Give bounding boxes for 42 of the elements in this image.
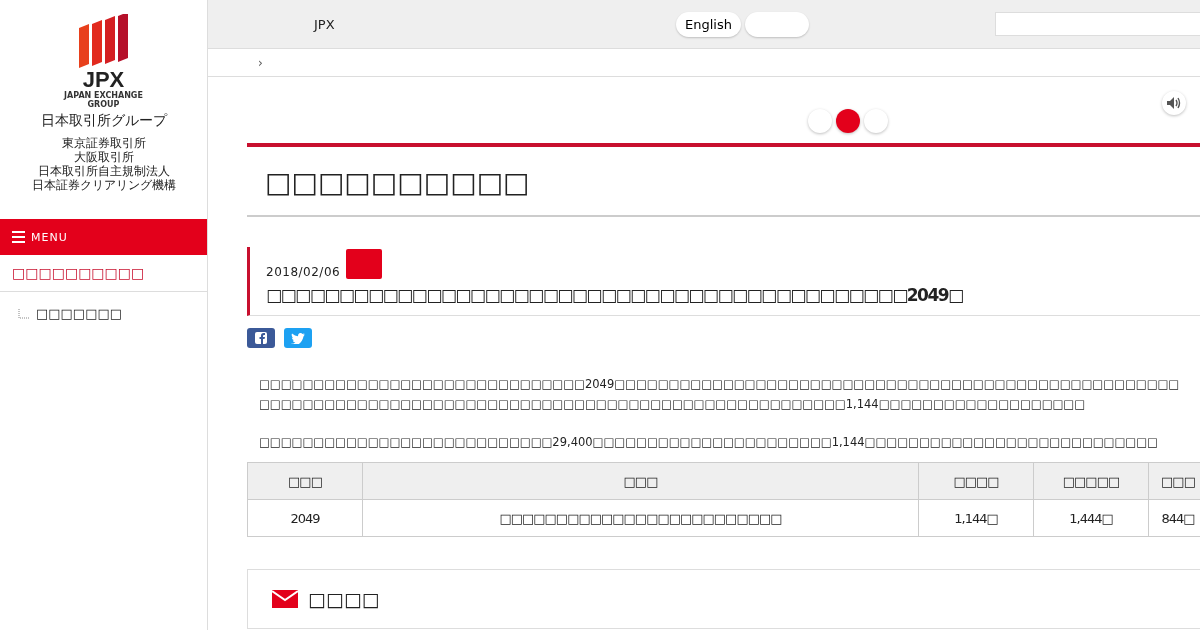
group-name: 日本取引所グループ xyxy=(40,112,167,130)
table-cell: 2049 xyxy=(247,499,363,537)
bird-icon xyxy=(291,332,305,344)
company-name: 日本取引所自主規制法人 xyxy=(37,164,170,178)
article-headline: □□□□□□□□□□□□□□□□□□□□□□□□□□□□□□□□□□□□□□□□□□□□2049□ xyxy=(266,285,964,305)
page-title: □□□□□□□□□□ xyxy=(265,165,531,201)
language-button[interactable]: English xyxy=(676,11,741,37)
menu-icon xyxy=(12,231,25,243)
article-date: 2018/02/06 xyxy=(266,265,341,279)
body-paragraph: □□□□□□□□□□□□□□□□□□□□□□□□□□□□□□2049□□□□□□□□□□□□□□□□□□□□□□□□□□□□□□□□□□□□□□□□□□□□□□□□□□□□ □□□□□□□□□□□□□□□□□□□□□□□□□□□□□□□□□□□□□□□□□□□□□□□□□□□□□□1,144□□□□□□□□□□□□□□□□□□□ xyxy=(259,376,1181,413)
facebook-icon xyxy=(255,332,267,344)
contact-title: □□□□ xyxy=(308,588,380,610)
logo-bars-icon xyxy=(77,14,130,70)
section-link[interactable]: □□□□□□□□□□ xyxy=(0,255,207,292)
search-field[interactable] xyxy=(995,12,1200,36)
table-cell: 1,144□ xyxy=(918,499,1034,537)
table-cell: □□□□□□□□□□□□□□□□□□□□□□□□□ xyxy=(362,499,919,537)
breadcrumb-separator: › xyxy=(258,55,263,70)
menu-button[interactable]: MENU xyxy=(0,219,207,255)
font-size-button[interactable] xyxy=(835,109,860,133)
speaker-button[interactable] xyxy=(1162,91,1186,115)
facebook-share-button[interactable] xyxy=(247,328,275,348)
speaker-icon xyxy=(1167,97,1181,109)
column-header: □□□ xyxy=(247,462,363,500)
site-label: JPX xyxy=(314,16,336,32)
category-tag xyxy=(346,249,383,279)
table-cell: 1,444□ xyxy=(1033,499,1149,537)
company-name: 東京証券取引所 xyxy=(61,136,146,150)
column-header: □□□□□ xyxy=(1033,462,1149,500)
column-header: □□□□ xyxy=(918,462,1034,500)
logo-subtext: JAPAN EXCHANGE xyxy=(64,91,143,100)
logo-text: JPX xyxy=(82,69,125,91)
company-name: 大阪取引所 xyxy=(73,150,134,164)
column-header: □□□ xyxy=(1148,462,1200,500)
tree-line-icon xyxy=(18,308,30,319)
logo-subtext: GROUP xyxy=(87,100,120,109)
body-paragraph: □□□□□□□□□□□□□□□□□□□□□□□□□□□29,400□□□□□□□□□□□□□□□□□□□□□□1,144□□□□□□□□□□□□□□□□□□□□□□□□□□□ xyxy=(259,434,1159,451)
column-header: □□□ xyxy=(362,462,919,500)
sidebar-item[interactable]: □□□□□□□ xyxy=(36,306,122,321)
twitter-share-button[interactable] xyxy=(284,328,312,348)
envelope-icon xyxy=(272,590,298,608)
company-name: 日本証券クリアリング機構 xyxy=(31,178,176,192)
